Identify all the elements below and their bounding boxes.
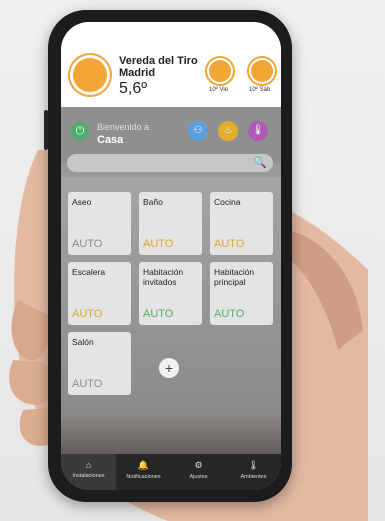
sun-icon: [251, 60, 273, 82]
weather-temperature: 5,6º: [119, 80, 148, 97]
room-name: Aseo: [72, 197, 92, 207]
heating-icon[interactable]: ♨: [218, 121, 238, 141]
room-name: Habitación principal: [214, 267, 255, 287]
search-icon: 🔍: [253, 157, 267, 169]
room-mode: AUTO: [143, 308, 174, 320]
room-tile-escalera[interactable]: Escalera AUTO: [68, 262, 131, 325]
nav-notificaciones[interactable]: 🔔 Notificaciones: [116, 454, 171, 490]
room-name: Habitación invitados: [143, 267, 184, 287]
nav-instalaciones[interactable]: ⌂ Instalaciones: [61, 454, 116, 490]
room-mode: AUTO: [214, 238, 245, 250]
forecast-day: 10º Sáb: [249, 87, 271, 93]
house-icon: ⌂: [85, 460, 92, 470]
room-name: Baño: [143, 197, 163, 207]
room-name: Cocina: [214, 197, 241, 207]
weather-location: Vereda del Tiro: [119, 55, 198, 67]
thermometer-icon[interactable]: 🌡: [248, 121, 268, 141]
welcome-text: Bienvenido a: [97, 122, 150, 132]
weather-panel: Vereda del Tiro Madrid 5,6º 10º Vie 10º …: [61, 22, 281, 107]
nav-label: Instalaciones: [72, 473, 105, 479]
home-name: Casa: [97, 134, 124, 146]
gear-icon: ⚙: [194, 460, 203, 470]
room-tile-habitacion-invitados[interactable]: Habitación invitados AUTO: [139, 262, 202, 325]
sun-icon: [73, 58, 107, 92]
room-tile-cocina[interactable]: Cocina AUTO: [210, 192, 273, 255]
bottom-nav: ⌂ Instalaciones 🔔 Notificaciones ⚙ Ajust…: [61, 454, 281, 490]
thermometer-icon: 🌡: [247, 460, 260, 470]
bell-icon: 🔔: [137, 460, 150, 470]
nav-ajustes[interactable]: ⚙ Ajustes: [171, 454, 226, 490]
power-icon[interactable]: ⏻: [71, 122, 89, 140]
room-background: [61, 417, 281, 457]
room-tile-bano[interactable]: Baño AUTO: [139, 192, 202, 255]
people-icon[interactable]: ⚇: [188, 121, 208, 141]
search-input[interactable]: 🔍: [67, 154, 273, 172]
room-tile-habitacion-principal[interactable]: Habitación principal AUTO: [210, 262, 273, 325]
nav-ambientes[interactable]: 🌡 Ambientes: [226, 454, 281, 490]
nav-label: Ambientes: [240, 474, 267, 480]
room-mode: AUTO: [72, 238, 103, 250]
room-mode: AUTO: [72, 308, 103, 320]
sun-icon: [209, 60, 231, 82]
add-room-button[interactable]: +: [159, 358, 179, 378]
room-mode: AUTO: [143, 238, 174, 250]
room-mode: AUTO: [214, 308, 245, 320]
forecast-day: 10º Vie: [209, 87, 229, 93]
weather-city: Madrid: [119, 67, 156, 79]
room-tile-aseo[interactable]: Aseo AUTO: [68, 192, 131, 255]
room-name: Salón: [72, 337, 94, 347]
room-tile-salon[interactable]: Salón AUTO: [68, 332, 131, 395]
nav-label: Ajustes: [189, 474, 208, 480]
nav-label: Notificaciones: [126, 474, 161, 480]
room-name: Escalera: [72, 267, 106, 277]
app-screen: Vereda del Tiro Madrid 5,6º 10º Vie 10º …: [61, 22, 281, 490]
room-mode: AUTO: [72, 378, 103, 390]
